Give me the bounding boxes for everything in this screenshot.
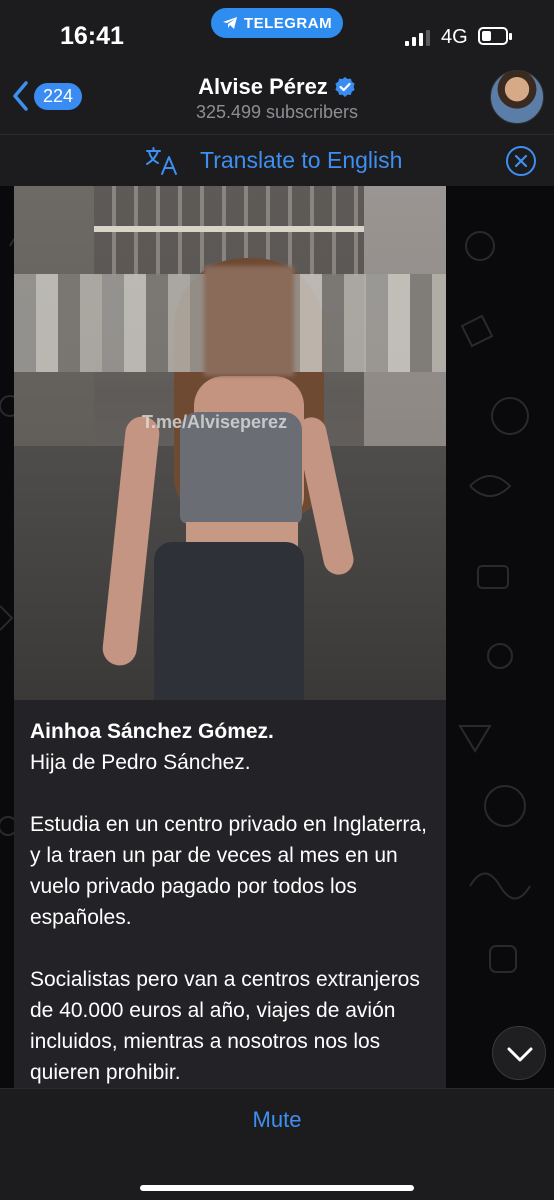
translate-icon <box>146 147 177 175</box>
network-type: 4G <box>441 26 468 48</box>
battery-icon <box>478 27 512 45</box>
channel-post[interactable]: T.me/Alviseperez Ainhoa Sánchez Gómez. H… <box>14 186 446 1088</box>
blurred-face <box>204 266 294 376</box>
subscriber-count: 325.499 subscribers <box>195 102 359 122</box>
status-bar: 16:41 TELEGRAM 4G <box>0 0 554 62</box>
verified-icon <box>335 77 355 97</box>
channel-info[interactable]: Alvise Pérez 325.499 subscribers <box>0 74 554 123</box>
telegram-pill-label: TELEGRAM <box>243 14 333 32</box>
post-line-2: Hija de Pedro Sánchez. <box>30 751 251 774</box>
telegram-icon <box>222 17 237 29</box>
chevron-down-icon <box>507 1047 533 1062</box>
photo-watermark: T.me/Alviseperez <box>142 412 288 432</box>
home-indicator[interactable] <box>140 1185 414 1191</box>
channel-avatar[interactable] <box>490 70 544 124</box>
channel-title: Alvise Pérez <box>198 74 328 99</box>
bottom-bar: Mute <box>0 1088 554 1200</box>
post-text: Ainhoa Sánchez Gómez. Hija de Pedro Sánc… <box>30 716 434 1088</box>
chat-area[interactable]: T.me/Alviseperez Ainhoa Sánchez Gómez. H… <box>0 186 554 1088</box>
translate-bar: Translate to English <box>0 134 554 186</box>
clock: 16:41 <box>60 22 124 50</box>
close-translate-button[interactable] <box>506 146 536 176</box>
post-paragraph-3: Socialistas pero van a centros extranjer… <box>30 968 420 1084</box>
post-photo[interactable]: T.me/Alviseperez <box>14 186 446 700</box>
telegram-return-pill[interactable]: TELEGRAM <box>211 8 343 38</box>
post-paragraph-2: Estudia en un centro privado en Inglater… <box>30 813 427 929</box>
translate-button[interactable]: Translate to English <box>200 147 402 174</box>
signal-icon <box>405 30 430 46</box>
channel-title-row: Alvise Pérez <box>198 74 356 100</box>
chat-header: 224 Alvise Pérez 325.499 subscribers <box>0 62 554 134</box>
post-title: Ainhoa Sánchez Gómez. <box>30 720 274 743</box>
close-icon <box>514 154 528 168</box>
mute-button[interactable]: Mute <box>0 1107 554 1133</box>
scroll-down-button[interactable] <box>492 1026 546 1080</box>
